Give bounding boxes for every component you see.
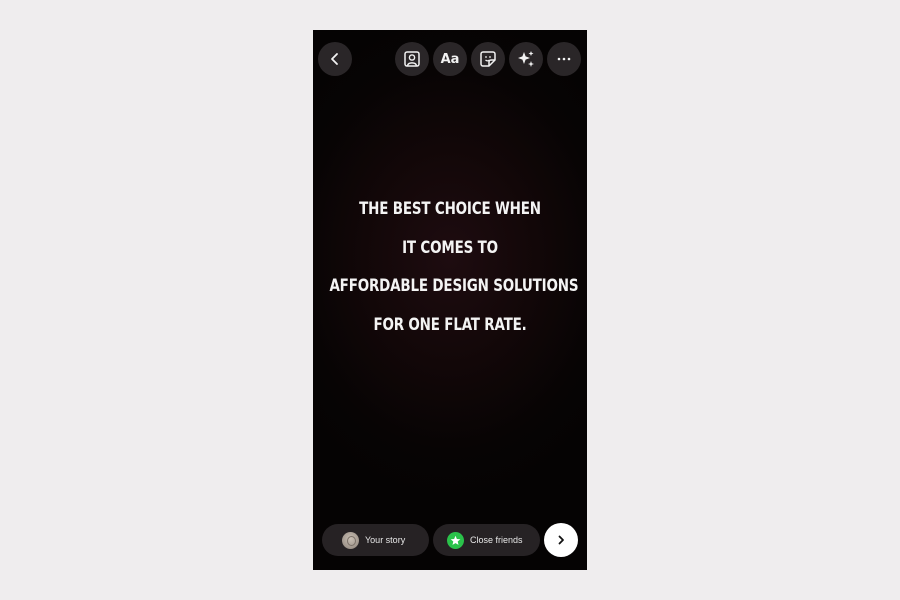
- next-button[interactable]: [544, 523, 578, 557]
- your-story-button[interactable]: Your story: [322, 524, 429, 556]
- more-options-button[interactable]: [547, 42, 581, 76]
- story-text-line: THE BEST CHOICE WHEN: [359, 199, 541, 219]
- sticker-icon: [480, 51, 496, 67]
- story-text-line: FOR ONE FLAT RATE.: [373, 314, 527, 335]
- more-horizontal-icon: [557, 57, 571, 61]
- back-button[interactable]: [318, 42, 352, 76]
- share-bar: Your story Close friends: [313, 523, 587, 557]
- sparkles-icon: [518, 51, 534, 67]
- close-friends-button[interactable]: Close friends: [433, 524, 540, 556]
- tag-people-button[interactable]: [395, 42, 429, 76]
- chevron-left-icon: [331, 53, 338, 65]
- story-editor-screen: Aa THE BEST CHOICE WHEN IT COMES TO AFFO…: [313, 30, 587, 570]
- story-text-line: IT COMES TO: [402, 237, 498, 258]
- star-icon: [450, 535, 461, 545]
- close-friends-badge: [447, 531, 464, 549]
- effects-button[interactable]: [509, 42, 543, 76]
- avatar: [342, 531, 359, 549]
- close-friends-label: Close friends: [470, 535, 523, 545]
- your-story-label: Your story: [365, 535, 406, 545]
- text-tool-button[interactable]: Aa: [433, 42, 467, 76]
- story-text-line: AFFORDABLE DESIGN SOLUTIONS: [329, 276, 579, 296]
- person-frame-icon: [404, 51, 420, 67]
- story-toolbar: Aa: [313, 42, 587, 76]
- sticker-button[interactable]: [471, 42, 505, 76]
- chevron-right-icon: [558, 535, 564, 545]
- text-tool-label: Aa: [440, 51, 460, 67]
- story-text-block[interactable]: THE BEST CHOICE WHEN IT COMES TO AFFORDA…: [329, 190, 579, 344]
